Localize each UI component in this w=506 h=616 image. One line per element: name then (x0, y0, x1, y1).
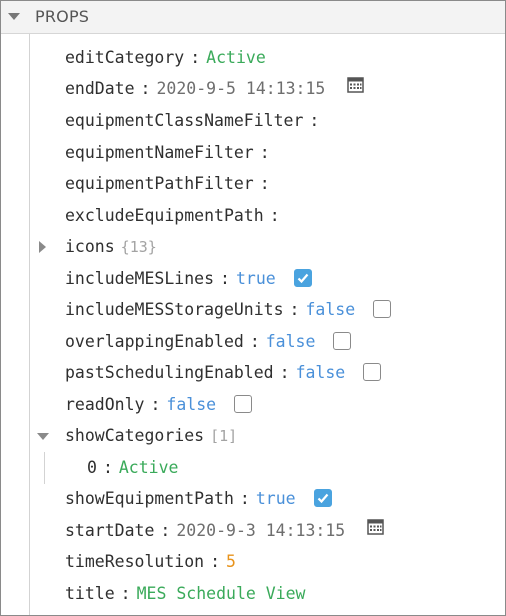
prop-row-icons[interactable]: icons {13} (1, 231, 505, 262)
prop-value: false (265, 332, 316, 351)
prop-value: false (305, 300, 356, 319)
prop-key: timeResolution (65, 552, 205, 571)
checkbox-checked[interactable] (313, 488, 332, 507)
prop-row-equipmentPathFilter[interactable]: equipmentPathFilter: (65, 168, 276, 199)
section-title: PROPS (35, 7, 90, 26)
checkbox-checked[interactable] (293, 268, 312, 287)
colon: : (279, 363, 290, 382)
prop-row-title[interactable]: title: MES Schedule View (65, 578, 306, 609)
prop-row-pastSchedulingEnabled[interactable]: pastSchedulingEnabled: false (65, 357, 382, 388)
prop-key: pastSchedulingEnabled (65, 363, 274, 382)
prop-key: showCategories (65, 426, 205, 445)
colon: : (150, 395, 161, 414)
prop-row-includeMESLines[interactable]: includeMESLines: true (65, 263, 312, 294)
prop-row-includeMESStorageUnits[interactable]: includeMESStorageUnits: false (65, 294, 392, 325)
prop-row-endDate[interactable]: endDate:2020-9-5 14:13:15 (65, 72, 365, 104)
colon: : (140, 79, 151, 98)
prop-value[interactable]: MES Schedule View (137, 584, 306, 603)
checkbox-unchecked[interactable] (333, 331, 352, 350)
prop-value: true (255, 489, 296, 508)
prop-value[interactable]: Active (206, 48, 266, 67)
colon: : (160, 521, 171, 540)
prop-index: 0 (87, 458, 97, 477)
calendar-icon[interactable] (347, 72, 365, 103)
prop-row-showCategories[interactable]: showCategories [1] (1, 420, 505, 451)
prop-key: showEquipmentPath (65, 489, 234, 508)
prop-value: false (166, 395, 217, 414)
prop-key: includeMESStorageUnits (65, 300, 284, 319)
prop-key: excludeEquipmentPath (65, 206, 264, 225)
prop-key: editCategory (65, 48, 185, 67)
colon: : (249, 332, 260, 351)
prop-value[interactable]: Active (119, 458, 179, 477)
props-section-header[interactable]: PROPS (1, 1, 505, 34)
child-count: [1] (210, 427, 238, 445)
prop-key: title (65, 584, 115, 603)
colon: : (190, 48, 201, 67)
prop-value[interactable]: 2020-9-5 14:13:15 (156, 79, 325, 98)
colon: : (210, 552, 221, 571)
prop-key: equipmentPathFilter (65, 174, 254, 193)
prop-value: true (235, 269, 276, 288)
prop-key: icons (65, 237, 115, 256)
prop-key: overlappingEnabled (65, 332, 244, 351)
prop-value: false (295, 363, 346, 382)
checkbox-unchecked[interactable] (234, 394, 253, 413)
prop-row-timeResolution[interactable]: timeResolution:5 (65, 546, 236, 577)
prop-value[interactable]: 2020-9-3 14:13:15 (176, 521, 345, 540)
colon: : (102, 458, 113, 477)
colon: : (220, 269, 230, 288)
prop-row-equipmentClassNameFilter[interactable]: equipmentClassNameFilter: (65, 105, 325, 136)
prop-key: startDate (65, 521, 155, 540)
props-panel: PROPS editCategory: Active endDate:2020-9… (0, 0, 506, 616)
prop-row-readOnly[interactable]: readOnly: false (65, 389, 253, 420)
prop-value[interactable]: 5 (226, 552, 236, 571)
prop-key: includeMESLines (65, 269, 215, 288)
collapse-caret-icon[interactable] (8, 13, 20, 20)
prop-row-showEquipmentPath[interactable]: showEquipmentPath: true (65, 483, 332, 514)
tree-guide-line (29, 34, 30, 615)
colon: : (289, 300, 300, 319)
prop-row-excludeEquipmentPath[interactable]: excludeEquipmentPath: (65, 200, 286, 231)
colon: : (239, 489, 250, 508)
prop-key: equipmentNameFilter (65, 143, 254, 162)
colon: : (259, 174, 270, 193)
checkbox-unchecked[interactable] (373, 299, 392, 318)
checkbox-unchecked[interactable] (363, 362, 382, 381)
colon: : (259, 143, 270, 162)
prop-key: endDate (65, 79, 135, 98)
prop-key: readOnly (65, 395, 145, 414)
prop-row-startDate[interactable]: startDate:2020-9-3 14:13:15 (65, 515, 384, 546)
tree-child-guide-line (44, 452, 45, 484)
prop-row-overlappingEnabled[interactable]: overlappingEnabled: false (65, 326, 352, 357)
colon: : (120, 584, 131, 603)
calendar-icon[interactable] (367, 514, 384, 545)
prop-row-editCategory[interactable]: editCategory: Active (65, 42, 266, 73)
caret-down-icon[interactable] (37, 433, 49, 440)
colon: : (309, 111, 320, 130)
prop-row-equipmentNameFilter[interactable]: equipmentNameFilter: (65, 137, 276, 168)
prop-row-showCategories-0[interactable]: 0: Active (87, 452, 178, 483)
child-count: {13} (120, 238, 157, 256)
caret-right-icon[interactable] (39, 241, 46, 253)
prop-key: equipmentClassNameFilter (65, 111, 304, 130)
colon: : (269, 206, 280, 225)
